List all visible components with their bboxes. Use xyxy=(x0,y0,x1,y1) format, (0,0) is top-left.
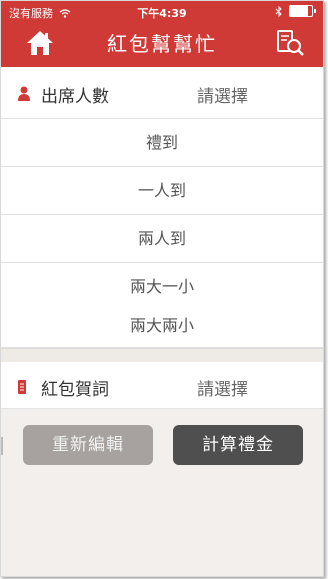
attendance-option[interactable]: 兩人到 xyxy=(1,215,323,263)
greeting-row[interactable]: 紅包賀詞 請選擇 xyxy=(1,361,323,409)
attendance-option[interactable]: 兩大兩小 xyxy=(1,305,323,348)
battery-icon xyxy=(289,5,316,17)
bluetooth-icon xyxy=(275,5,282,17)
edge-indicator xyxy=(1,437,3,455)
battery-level xyxy=(290,6,308,16)
top-bar: 沒有服務 下午4:39 紅包幫幫忙 xyxy=(1,1,323,67)
status-bar: 沒有服務 下午4:39 xyxy=(1,1,323,21)
section-divider xyxy=(1,348,323,362)
document-search-button[interactable] xyxy=(275,28,305,58)
red-envelope-icon xyxy=(18,380,26,394)
attendance-label: 出席人數 xyxy=(41,87,109,107)
attendance-option[interactable]: 兩大一小 xyxy=(1,263,323,311)
reset-button[interactable]: 重新編輯 xyxy=(23,425,153,465)
app-window: 沒有服務 下午4:39 紅包幫幫忙 出席人數 請選擇 禮到 一人到 兩人到 兩大… xyxy=(0,0,324,577)
nav-bar: 紅包幫幫忙 xyxy=(1,21,323,67)
attendance-option[interactable]: 禮到 xyxy=(1,119,323,167)
document-search-icon xyxy=(277,30,304,56)
greeting-value: 請選擇 xyxy=(197,380,248,400)
person-icon xyxy=(18,86,30,101)
attendance-value: 請選擇 xyxy=(197,87,248,107)
status-right xyxy=(275,5,316,17)
attendance-option[interactable]: 一人到 xyxy=(1,167,323,215)
attendance-row[interactable]: 出席人數 請選擇 xyxy=(1,68,323,119)
calculate-button[interactable]: 計算禮金 xyxy=(173,425,303,465)
greeting-label: 紅包賀詞 xyxy=(41,380,109,400)
